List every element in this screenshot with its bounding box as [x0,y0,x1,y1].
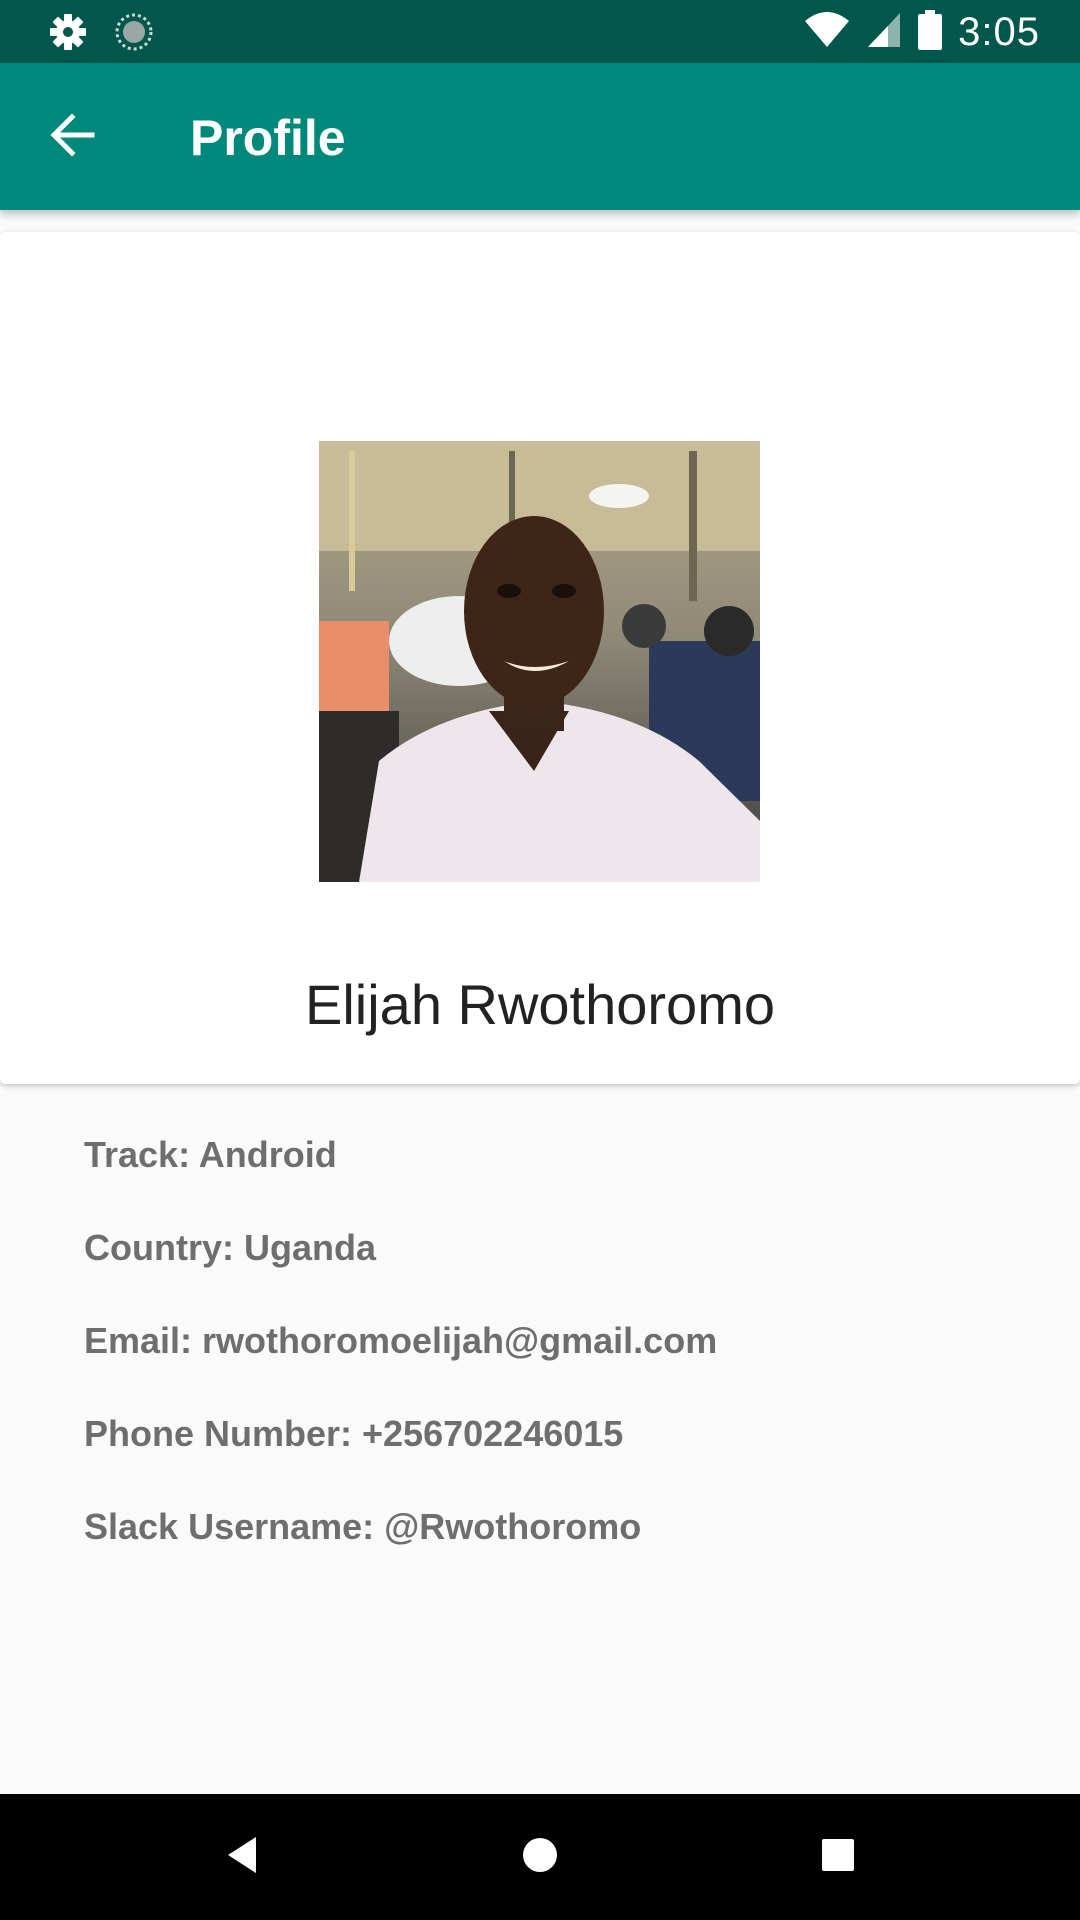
back-triangle-icon [224,1835,260,1880]
back-button[interactable] [40,105,104,169]
status-right-icons: 3:05 [804,10,1040,55]
status-left-icons [48,12,154,57]
detail-email: Email: rwothoromoelijah@gmail.com [84,1320,718,1361]
profile-card: Elijah Rwothoromo [0,232,1080,1084]
status-bar: 3:05 [0,0,1080,63]
navigation-bar [0,1794,1080,1920]
signal-icon [866,11,902,54]
settings-icon [48,12,88,57]
page-title: Profile [190,110,346,166]
nav-home-button[interactable] [510,1827,570,1887]
detail-slack: Slack Username: @Rwothoromo [84,1506,642,1547]
detail-phone: Phone Number: +256702246015 [84,1413,624,1454]
detail-country: Country: Uganda [84,1227,376,1268]
nav-back-button[interactable] [212,1827,272,1887]
nav-recents-button[interactable] [808,1827,868,1887]
status-time: 3:05 [958,10,1040,54]
home-circle-icon [520,1835,560,1880]
profile-name: Elijah Rwothoromo [305,973,775,1036]
recents-square-icon [820,1837,856,1878]
app-bar: Profile [0,63,1080,210]
detail-track: Track: Android [84,1134,337,1175]
battery-icon [918,10,943,55]
avatar [319,441,760,882]
sync-icon [114,12,154,57]
profile-details: Track: Android Country: Uganda Email: rw… [84,1130,717,1595]
wifi-icon [804,11,850,54]
arrow-back-icon [48,111,96,164]
